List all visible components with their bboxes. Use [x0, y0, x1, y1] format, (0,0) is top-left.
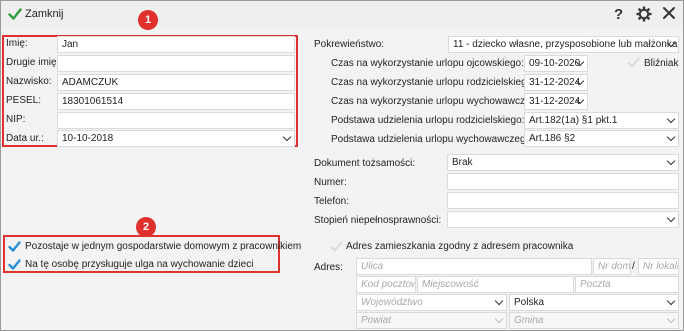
toolbar	[1, 1, 683, 29]
disability-select[interactable]	[447, 211, 679, 228]
childcare-basis-value: Art.186 §2	[529, 133, 576, 144]
parental-leave-label: Czas na wykorzystanie urlopu rodzicielsk…	[331, 77, 535, 88]
close-icon[interactable]	[662, 6, 676, 20]
second-name-field[interactable]	[57, 55, 295, 72]
close-button[interactable]: Zamknij	[25, 8, 64, 20]
childcare-leave-date[interactable]: 31-12-2024	[524, 93, 588, 110]
paternity-leave-date[interactable]: 09-10-2020	[524, 55, 588, 72]
municipality-value: Gmina	[514, 315, 544, 326]
gear-icon[interactable]	[636, 6, 652, 22]
household-checkbox[interactable]	[8, 240, 21, 253]
parental-basis-select[interactable]: Art.182(1a) §1 pkt.1	[524, 112, 679, 129]
voivodeship-select[interactable]: Województwo	[356, 294, 507, 311]
parental-leave-date[interactable]: 31-12-2024	[524, 74, 588, 91]
twin-checkbox-label[interactable]: Bliźniak	[644, 58, 678, 69]
surname-label: Nazwisko:	[6, 76, 52, 87]
annotation-badge-2: 2	[136, 217, 156, 237]
birth-date-label: Data ur.:	[6, 133, 44, 144]
annotation-badge-1: 1	[138, 10, 158, 30]
child-relief-checkbox[interactable]	[8, 258, 21, 271]
surname-field[interactable]: ADAMCZUK	[57, 74, 295, 91]
chevron-down-icon[interactable]	[666, 296, 676, 306]
id-document-select[interactable]: Brak	[447, 154, 679, 171]
city-field[interactable]: Miejscowość	[417, 276, 574, 293]
paternity-leave-value: 09-10-2020	[529, 58, 581, 69]
nip-field[interactable]	[57, 112, 295, 129]
chevron-down-icon[interactable]	[494, 314, 504, 324]
house-number-field[interactable]: Nr domu	[593, 258, 631, 275]
relation-select[interactable]: 11 - dziecko własne, przysposobione lub …	[448, 36, 679, 53]
number-label: Numer:	[314, 177, 347, 188]
address-label: Adres:	[314, 262, 343, 273]
pesel-label: PESEL:	[6, 95, 42, 106]
address-separator: /	[632, 261, 635, 272]
childcare-basis-label: Podstawa udzielenia urlopu wychowawczego…	[331, 134, 534, 145]
chevron-down-icon[interactable]	[666, 156, 676, 166]
municipality-select[interactable]: Gmina	[509, 312, 679, 329]
street-field[interactable]: Ulica	[356, 258, 592, 275]
id-document-value: Brak	[452, 157, 473, 168]
parental-basis-label: Podstawa udzielenia urlopu rodzicielskie…	[331, 115, 525, 126]
chevron-down-icon[interactable]	[666, 213, 676, 223]
second-name-label: Drugie imię:	[6, 57, 60, 68]
childcare-leave-label: Czas na wykorzystanie urlopu wychowawcze…	[331, 96, 545, 107]
nip-label: NIP:	[6, 114, 26, 125]
childcare-leave-value: 31-12-2024	[529, 96, 581, 107]
first-name-label: Imię:	[6, 38, 28, 49]
checkmark-icon[interactable]	[8, 7, 22, 21]
chevron-down-icon[interactable]	[666, 314, 676, 324]
post-office-field[interactable]: Poczta	[575, 276, 679, 293]
pesel-field[interactable]: 18301061514	[57, 93, 295, 110]
relation-value: 11 - dziecko własne, przysposobione lub …	[453, 39, 678, 50]
same-address-checkbox[interactable]	[330, 240, 343, 253]
chevron-down-icon[interactable]	[666, 132, 676, 142]
parental-basis-value: Art.182(1a) §1 pkt.1	[529, 115, 618, 126]
twin-checkbox[interactable]	[627, 56, 640, 69]
chevron-down-icon[interactable]	[666, 114, 676, 124]
phone-label: Telefon:	[314, 196, 350, 207]
postal-code-field[interactable]: Kod pocztowy	[356, 276, 416, 293]
phone-field[interactable]	[447, 192, 679, 209]
birth-date-field[interactable]: 10-10-2018	[57, 130, 295, 147]
apartment-number-field[interactable]: Nr lokalu	[638, 258, 679, 275]
same-address-label[interactable]: Adres zamieszkania zgodny z adresem prac…	[346, 241, 573, 252]
country-value: Polska	[514, 297, 545, 308]
birth-date-value: 10-10-2018	[62, 133, 114, 144]
county-value: Powiat	[361, 315, 392, 326]
number-field[interactable]	[447, 173, 679, 190]
chevron-down-icon[interactable]	[282, 132, 292, 142]
paternity-leave-label: Czas na wykorzystanie urlopu ojcowskiego…	[331, 58, 524, 69]
voivodeship-value: Województwo	[361, 297, 423, 308]
child-relief-checkbox-label[interactable]: Na tę osobę przysługuje ulga na wychowan…	[25, 259, 253, 270]
childcare-basis-select[interactable]: Art.186 §2	[524, 130, 679, 147]
first-name-field[interactable]: Jan	[57, 36, 295, 53]
chevron-down-icon[interactable]	[494, 296, 504, 306]
country-select[interactable]: Polska	[509, 294, 679, 311]
household-checkbox-label[interactable]: Pozostaje w jednym gospodarstwie domowym…	[25, 241, 301, 252]
parental-leave-value: 31-12-2024	[529, 77, 581, 88]
relation-label: Pokrewieństwo:	[314, 39, 385, 50]
disability-label: Stopień niepełnosprawności:	[314, 215, 442, 226]
county-select[interactable]: Powiat	[356, 312, 507, 329]
id-document-label: Dokument tożsamości:	[314, 158, 416, 169]
help-icon[interactable]: ?	[614, 6, 623, 23]
